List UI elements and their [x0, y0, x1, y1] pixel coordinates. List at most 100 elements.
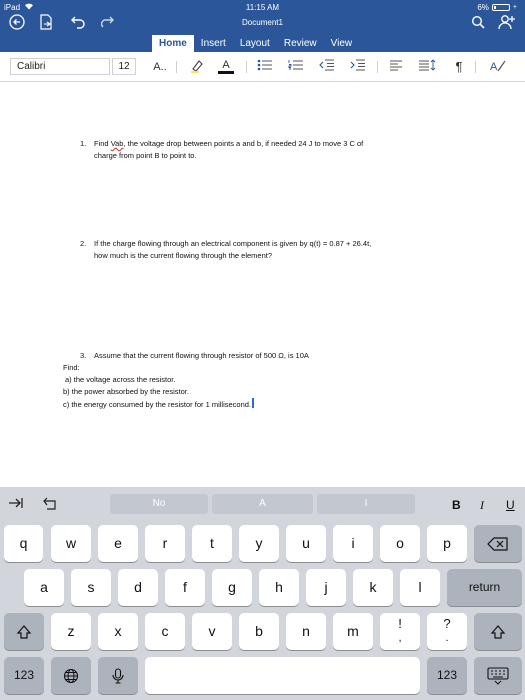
key-w[interactable]: w	[51, 525, 91, 562]
battery-indicator: 6% +	[477, 3, 517, 12]
tab-home[interactable]: Home	[152, 35, 194, 52]
key-q[interactable]: q	[4, 525, 43, 562]
key-exclamation[interactable]: ! ,	[380, 613, 420, 650]
key-h[interactable]: h	[259, 569, 299, 606]
key-f[interactable]: f	[165, 569, 205, 606]
return-key[interactable]: return	[447, 569, 522, 606]
key-c[interactable]: c	[145, 613, 185, 650]
key-l[interactable]: l	[400, 569, 440, 606]
decrease-indent-icon[interactable]	[318, 59, 336, 75]
ribbon-divider	[475, 61, 476, 73]
list-number: 3.	[80, 351, 87, 360]
bold-button[interactable]: B	[452, 498, 461, 512]
shift-key-right[interactable]	[474, 613, 522, 650]
pilcrow-icon[interactable]: ¶	[452, 59, 466, 75]
q1-line-2: charge from point B to point to.	[94, 151, 197, 160]
document-title: Document1	[242, 18, 283, 27]
tab-layout[interactable]: Layout	[233, 35, 277, 52]
key-r[interactable]: r	[145, 525, 185, 562]
ribbon-divider	[377, 61, 378, 73]
q1-text-rest: , the voltage drop between points a and …	[123, 139, 364, 148]
document-canvas[interactable]: 1. Find Vab, the voltage drop between poi…	[0, 83, 525, 487]
font-size-field[interactable]: 12	[112, 58, 136, 75]
key-s[interactable]: s	[71, 569, 111, 606]
tab-review[interactable]: Review	[277, 35, 324, 52]
line-spacing-icon[interactable]	[418, 59, 436, 75]
increase-indent-icon[interactable]	[349, 59, 367, 75]
key-z[interactable]: z	[51, 613, 91, 650]
key-t[interactable]: t	[192, 525, 232, 562]
highlight-button[interactable]	[188, 59, 206, 75]
charging-icon: +	[512, 4, 517, 11]
key-b[interactable]: b	[239, 613, 279, 650]
font-color-button[interactable]: A	[216, 59, 236, 75]
q3-part-a: a) the voltage across the resistor.	[65, 375, 176, 384]
question-3-heading: 3. Assume that the current flowing throug…	[80, 350, 309, 362]
microphone-key[interactable]	[98, 657, 138, 694]
align-left-icon[interactable]	[388, 59, 404, 75]
suggestion-2[interactable]: A	[212, 494, 313, 514]
space-bar[interactable]	[145, 657, 420, 694]
q2-line-2: how much is the current flowing through …	[94, 251, 273, 260]
q3-part-c: c) the energy consumed by the resistor f…	[63, 400, 252, 409]
hide-keyboard-key[interactable]	[474, 657, 522, 694]
font-name-field[interactable]: Calibri	[10, 58, 110, 75]
key-exclamation-primary: !	[398, 616, 402, 631]
key-a[interactable]: a	[24, 569, 64, 606]
list-number: 1.	[80, 139, 87, 148]
home-ribbon: Calibri 12 A.. A ¶ A	[0, 52, 525, 82]
key-v[interactable]: v	[192, 613, 232, 650]
key-o[interactable]: o	[380, 525, 420, 562]
key-i[interactable]: i	[333, 525, 373, 562]
numbers-key-right[interactable]: 123	[427, 657, 467, 694]
globe-key[interactable]	[51, 657, 91, 694]
key-g[interactable]: g	[212, 569, 252, 606]
bullets-icon[interactable]	[256, 59, 274, 75]
question-2: 2. If the charge flowing through an elect…	[80, 238, 371, 262]
q2-line-1: If the charge flowing through an electri…	[94, 239, 372, 248]
key-period: .	[445, 632, 449, 644]
numbering-icon[interactable]	[287, 59, 305, 75]
suggestion-1[interactable]: No	[110, 494, 208, 514]
q3-find: Find:	[63, 363, 80, 372]
font-color-bar	[218, 71, 234, 74]
text-cursor	[252, 398, 255, 408]
key-d[interactable]: d	[118, 569, 158, 606]
key-p[interactable]: p	[427, 525, 467, 562]
tab-view[interactable]: View	[324, 35, 360, 52]
svg-text:A: A	[490, 61, 498, 73]
key-m[interactable]: m	[333, 613, 373, 650]
undo-paste-icon[interactable]	[42, 497, 58, 514]
keyboard-toolbar: No A I B I U	[0, 487, 525, 521]
q1-text-pre: Find	[94, 139, 111, 148]
key-j[interactable]: j	[306, 569, 346, 606]
onscreen-keyboard: No A I B I U q w e r t y u i o p a s d f…	[0, 487, 525, 700]
search-button[interactable]	[470, 13, 486, 31]
q3-part-b: b) the power absorbed by the resistor.	[63, 387, 189, 396]
grow-font-button[interactable]: A..	[150, 59, 170, 75]
battery-icon	[491, 4, 510, 11]
styles-icon[interactable]: A	[488, 59, 508, 75]
numbers-key-left[interactable]: 123	[4, 657, 44, 694]
key-n[interactable]: n	[286, 613, 326, 650]
suggestion-3[interactable]: I	[317, 494, 415, 514]
tab-key-icon[interactable]	[8, 497, 24, 512]
q1-misspelled-word: Vab	[110, 139, 124, 148]
ribbon-divider	[246, 61, 247, 73]
font-color-glyph: A	[222, 59, 230, 71]
tab-insert[interactable]: Insert	[194, 35, 233, 52]
key-u[interactable]: u	[286, 525, 326, 562]
list-number: 2.	[80, 239, 87, 248]
status-time: 11:15 AM	[245, 3, 280, 12]
share-button[interactable]	[498, 13, 516, 31]
underline-button[interactable]: U	[506, 498, 515, 512]
delete-key[interactable]	[474, 525, 522, 562]
ribbon-divider	[176, 61, 177, 73]
key-k[interactable]: k	[353, 569, 393, 606]
italic-button[interactable]: I	[480, 498, 484, 513]
key-e[interactable]: e	[98, 525, 138, 562]
key-x[interactable]: x	[98, 613, 138, 650]
key-question[interactable]: ? .	[427, 613, 467, 650]
shift-key-left[interactable]	[4, 613, 44, 650]
key-y[interactable]: y	[239, 525, 279, 562]
